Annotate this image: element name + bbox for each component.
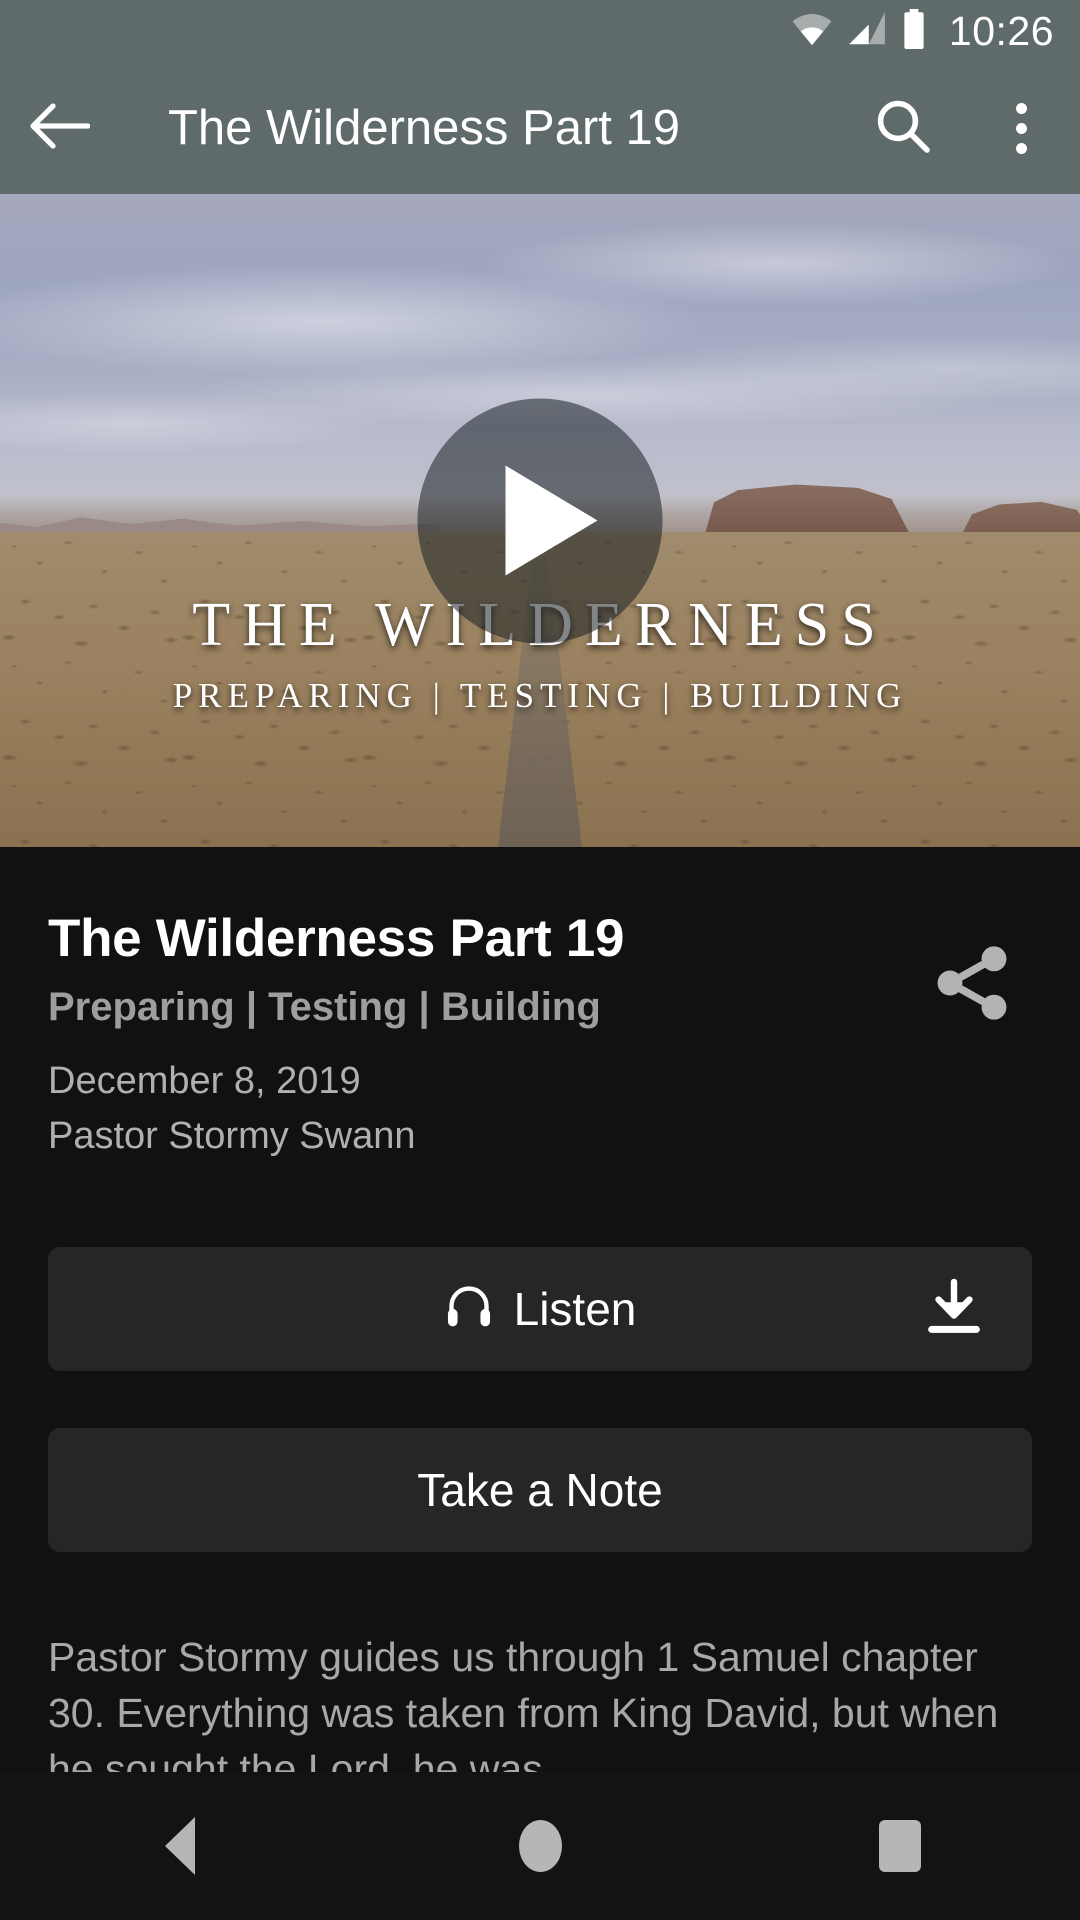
- recents-icon: [879, 1820, 921, 1872]
- download-icon: [922, 1275, 986, 1344]
- status-bar: 10:26: [0, 0, 1080, 62]
- app-bar-title-container: The Wilderness Part 19: [118, 62, 844, 194]
- listen-button[interactable]: Listen: [48, 1247, 1032, 1372]
- android-navigation-bar: [0, 1772, 1080, 1920]
- share-button[interactable]: [912, 925, 1032, 1045]
- back-button[interactable]: [0, 62, 118, 194]
- sermon-meta-row: The Wilderness Part 19 Preparing | Testi…: [0, 847, 1080, 1157]
- nav-recents-button[interactable]: [800, 1772, 1000, 1920]
- headphones-icon: [444, 1281, 494, 1338]
- nav-home-button[interactable]: [440, 1772, 640, 1920]
- more-vertical-icon: [1015, 102, 1027, 154]
- play-icon: [505, 465, 597, 576]
- video-player-thumbnail[interactable]: THE WILDERNESS PREPARING | TESTING | BUI…: [0, 194, 1080, 847]
- title-fade-gradient: [674, 62, 844, 194]
- take-note-button[interactable]: Take a Note: [48, 1428, 1032, 1553]
- cellular-signal-icon: [847, 11, 887, 51]
- home-icon: [518, 1820, 562, 1872]
- sermon-title: The Wilderness Part 19: [48, 909, 625, 968]
- app-bar: The Wilderness Part 19: [0, 62, 1080, 194]
- sermon-detail-content: The Wilderness Part 19 Preparing | Testi…: [0, 847, 1080, 1772]
- status-bar-clock: 10:26: [948, 7, 1054, 54]
- search-button[interactable]: [844, 62, 962, 194]
- listen-button-content: Listen: [444, 1281, 637, 1338]
- wifi-icon: [791, 12, 833, 51]
- page-title: The Wilderness Part 19: [168, 100, 680, 155]
- battery-icon: [901, 8, 927, 54]
- take-note-button-label: Take a Note: [417, 1464, 663, 1517]
- sermon-description: Pastor Stormy guides us through 1 Samuel…: [48, 1634, 999, 1772]
- sermon-date: December 8, 2019: [48, 1060, 361, 1103]
- download-button[interactable]: [906, 1261, 1002, 1357]
- sermon-meta-text: The Wilderness Part 19 Preparing | Testi…: [48, 847, 912, 1157]
- nav-back-button[interactable]: [80, 1772, 280, 1920]
- sermon-subtitle: Preparing | Testing | Building: [48, 985, 601, 1030]
- play-button[interactable]: [417, 398, 663, 643]
- listen-button-label: Listen: [513, 1283, 637, 1336]
- back-icon: [165, 1817, 195, 1875]
- overflow-menu-button[interactable]: [962, 62, 1080, 194]
- search-icon: [874, 97, 932, 160]
- sermon-speaker: Pastor Stormy Swann: [48, 1114, 416, 1157]
- arrow-back-icon: [28, 101, 91, 156]
- share-icon: [928, 939, 1016, 1032]
